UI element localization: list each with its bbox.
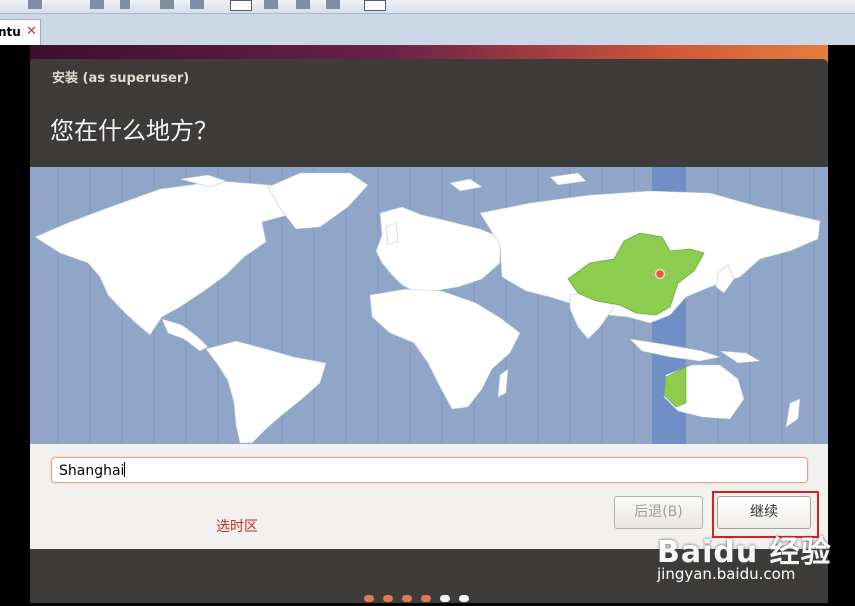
continent-africa <box>369 288 521 410</box>
vm-tab-label: ntu <box>0 25 21 39</box>
continent-north-america <box>34 180 299 336</box>
progress-dot-pending <box>459 595 469 602</box>
annotation-label: 选时区 <box>216 519 258 535</box>
toolbar-icon[interactable] <box>264 0 278 9</box>
continent-greenland <box>267 172 369 230</box>
installer-dialog: 安装 (as superuser) 您在什么地方？ Shanghai 后退(B)… <box>30 59 828 549</box>
island-uk <box>385 222 399 246</box>
text-caret <box>124 462 126 477</box>
continent-south-america <box>205 340 327 444</box>
island-new-guinea <box>718 350 761 364</box>
toolbar-icon[interactable] <box>28 0 42 9</box>
window-title: 安装 (as superuser) <box>52 71 190 86</box>
timezone-input[interactable]: Shanghai <box>51 457 808 483</box>
island-arctic <box>549 172 587 186</box>
island-new-zealand <box>785 398 801 428</box>
guest-screen-border <box>0 45 30 603</box>
page-heading: 您在什么地方？ <box>50 117 218 145</box>
progress-dot-done <box>402 595 412 602</box>
progress-dot-done <box>364 595 374 602</box>
watermark-url: jingyan.baidu.com <box>657 565 796 583</box>
progress-dot-done <box>421 595 431 602</box>
vm-tab[interactable]: ntu ✕ <box>0 19 41 46</box>
continent-central-america <box>161 318 209 352</box>
close-icon[interactable]: ✕ <box>26 24 37 39</box>
toolbar-icon[interactable] <box>296 0 310 9</box>
timezone-input-value: Shanghai <box>59 463 125 479</box>
timezone-map[interactable] <box>30 167 828 444</box>
watermark: Baidu 经验 jingyan.baidu.com <box>657 527 832 583</box>
toolbar-icon[interactable] <box>326 0 340 9</box>
toolbar-icon[interactable] <box>120 0 130 9</box>
toolbar-icon[interactable] <box>230 0 252 11</box>
host-toolbar <box>0 0 855 14</box>
toolbar-icon[interactable] <box>364 0 386 11</box>
guest-screen-border <box>828 45 855 603</box>
world-map[interactable] <box>30 167 828 444</box>
island-arctic <box>449 178 483 192</box>
progress-dot-done <box>383 595 393 602</box>
host-tab-strip: ntu ✕ <box>0 14 855 46</box>
map-pin-icon <box>654 268 666 280</box>
toolbar-icon[interactable] <box>190 0 204 9</box>
progress-dot-pending <box>440 595 450 602</box>
progress-dots <box>364 587 478 606</box>
dialog-header: 安装 (as superuser) 您在什么地方？ <box>30 59 828 167</box>
back-button[interactable]: 后退(B) <box>614 496 703 529</box>
toolbar-icon[interactable] <box>90 0 104 9</box>
toolbar-icon[interactable] <box>160 0 174 9</box>
continent-europe <box>375 206 501 292</box>
